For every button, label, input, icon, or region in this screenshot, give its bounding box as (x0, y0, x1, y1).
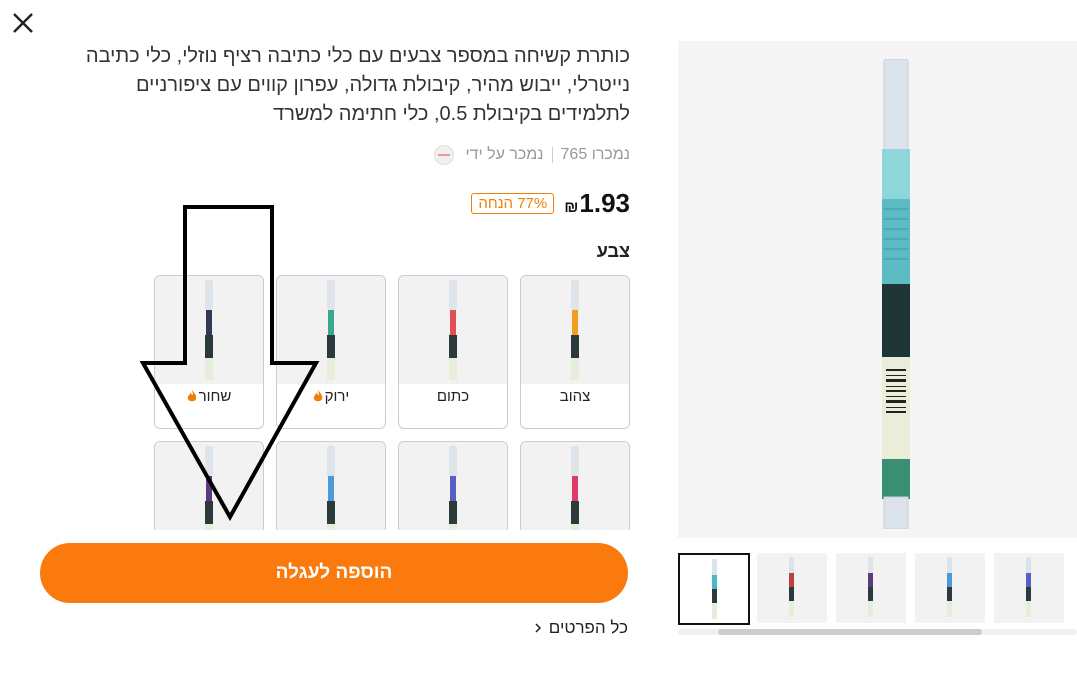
pen-image (1026, 557, 1031, 617)
swatch-label: צהוב (521, 388, 629, 405)
pen-image (205, 446, 213, 530)
sold-info: נמכרו 765 נמכר על ידי (433, 145, 630, 165)
swatch-image (155, 442, 263, 530)
pen-image (571, 280, 579, 380)
pen-image (449, 446, 457, 530)
swatch-name: שחור (198, 388, 232, 405)
price-row: ₪ 1.93 77% הנחה (471, 188, 630, 219)
seller-logo-icon[interactable] (433, 145, 454, 165)
pen-image (947, 557, 952, 617)
flame-icon (313, 390, 322, 402)
pen-image (449, 280, 457, 380)
discount-badge: 77% הנחה (471, 193, 555, 214)
flame-icon (187, 390, 196, 402)
divider (551, 147, 553, 163)
pen-image (712, 559, 717, 619)
swatch-image (521, 442, 629, 530)
thumbnail[interactable] (915, 553, 985, 623)
swatch-label: שחור (155, 388, 263, 405)
pen-image (205, 280, 213, 380)
pen-image (327, 446, 335, 530)
price-value: 1.93 (579, 188, 630, 218)
pen-image (882, 59, 910, 529)
swatch-name: כתום (436, 388, 470, 405)
product-title: כותרת קשיחה במספר צבעים עם כלי כתיבה רצי… (85, 45, 630, 125)
color-swatch[interactable] (276, 441, 386, 530)
all-details-label: כל הפרטים (548, 618, 628, 637)
color-label: צבע (596, 241, 630, 261)
swatch-image (399, 276, 507, 384)
sold-by-label: נמכר על ידי (465, 146, 544, 163)
swatch-image (399, 442, 507, 530)
all-details-link[interactable]: כל הפרטים (533, 618, 628, 638)
pen-image (571, 446, 579, 530)
thumbnail[interactable] (757, 553, 827, 623)
color-swatch[interactable] (520, 441, 630, 530)
sold-count: נמכרו 765 (560, 146, 630, 163)
color-swatch[interactable]: שחור (154, 275, 264, 429)
swatch-image (277, 442, 385, 530)
swatch-label: כתום (399, 388, 507, 405)
pen-image (868, 557, 873, 617)
close-icon (13, 13, 33, 33)
swatch-name: ירוק (324, 388, 350, 405)
color-swatch[interactable]: כתום (398, 275, 508, 429)
swatch-image (521, 276, 629, 384)
pen-image (789, 557, 794, 617)
color-swatch-grid: צהוב כתום ירוק שחור (152, 275, 630, 530)
main-product-image[interactable] (678, 41, 1077, 538)
color-swatch[interactable]: צהוב (520, 275, 630, 429)
chevron-right-icon (535, 623, 541, 633)
thumbnail[interactable] (836, 553, 906, 623)
pen-image (327, 280, 335, 380)
add-to-cart-button[interactable]: הוספה לעגלה (40, 543, 628, 603)
thumbnail[interactable] (678, 553, 750, 625)
color-swatch[interactable] (398, 441, 508, 530)
thumbnail-scrollbar[interactable] (678, 629, 1077, 635)
swatch-name: צהוב (559, 388, 591, 405)
swatch-image (277, 276, 385, 384)
price: ₪ 1.93 (564, 188, 630, 219)
scrollbar-thumb[interactable] (718, 629, 982, 635)
close-button[interactable] (10, 10, 36, 36)
color-swatch[interactable]: ירוק (276, 275, 386, 429)
currency-symbol: ₪ (564, 199, 579, 216)
thumbnail[interactable] (994, 553, 1064, 623)
thumbnail-strip (678, 553, 1077, 625)
swatch-label: ירוק (277, 388, 385, 405)
swatch-image (155, 276, 263, 384)
color-swatch[interactable] (154, 441, 264, 530)
